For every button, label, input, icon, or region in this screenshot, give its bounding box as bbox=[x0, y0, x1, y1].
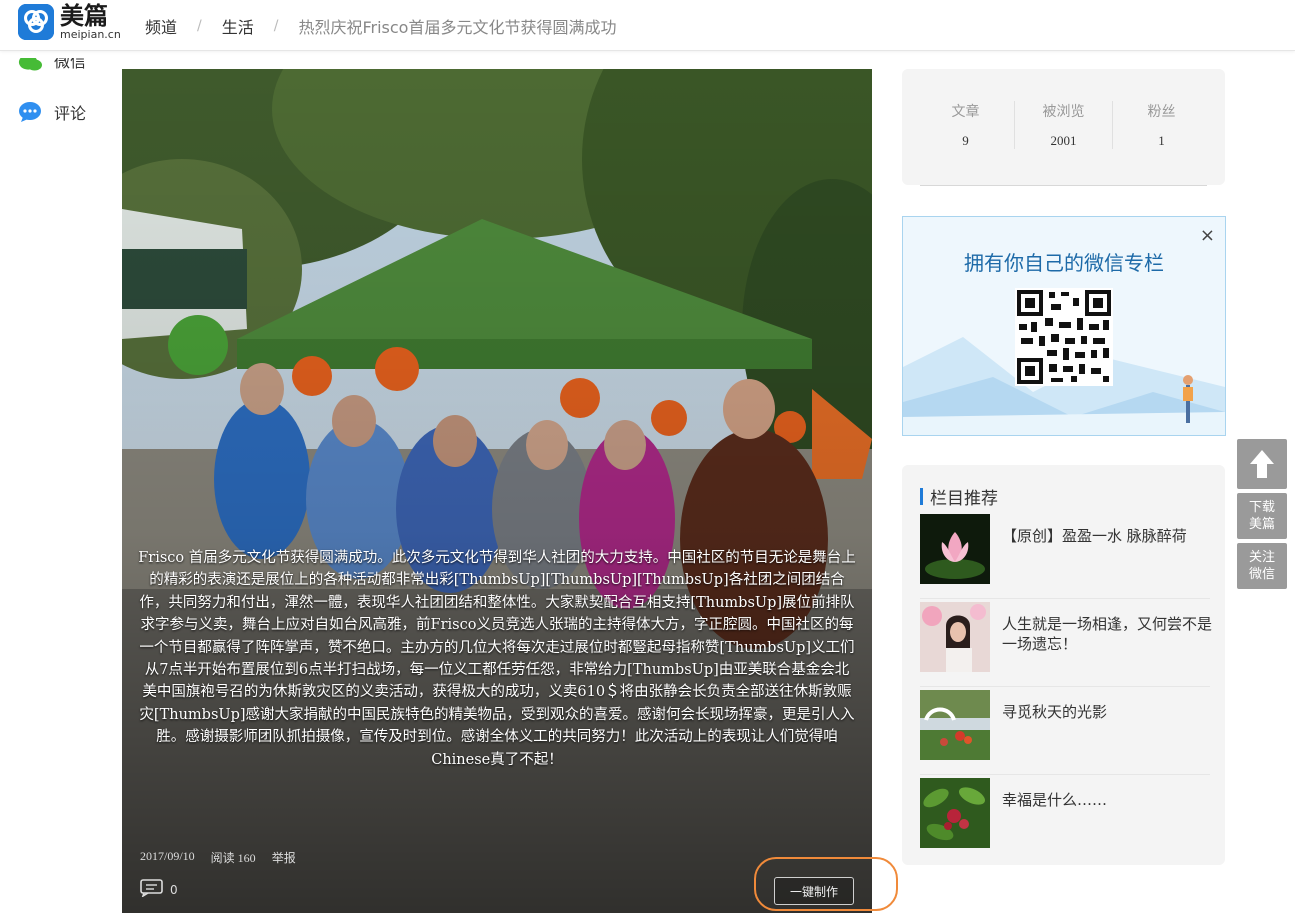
stat-label: 被浏览 bbox=[1042, 104, 1085, 120]
divider bbox=[920, 774, 1210, 775]
breadcrumb-channel[interactable]: 频道 bbox=[145, 14, 177, 38]
download-line2: 美篇 bbox=[1248, 517, 1275, 532]
follow-wechat-button[interactable]: 关注 微信 bbox=[1237, 543, 1287, 589]
article-meta: 2017/09/10 阅读 160 举报 bbox=[140, 849, 296, 866]
heading-accent bbox=[920, 488, 923, 505]
breadcrumb-life[interactable]: 生活 bbox=[222, 14, 254, 38]
recommend-item-title: 【原创】盈盈一水 脉脉醉荷 bbox=[1002, 527, 1187, 545]
follow-line2: 微信 bbox=[1248, 567, 1275, 582]
qr-code bbox=[1015, 288, 1113, 386]
meipian-logo-icon bbox=[18, 4, 54, 40]
recommend-item-title: 寻觅秋天的光影 bbox=[1002, 703, 1108, 721]
back-to-top-button[interactable] bbox=[1237, 439, 1287, 489]
recommend-item[interactable]: 人生就是一场相逢，又何尝不是一场遗忘！ bbox=[920, 602, 1213, 672]
breadcrumb-separator: / bbox=[273, 18, 279, 34]
comment-count[interactable]: 0 bbox=[140, 879, 178, 900]
close-icon[interactable]: × bbox=[1200, 225, 1215, 246]
recommend-item[interactable]: 幸福是什么…… bbox=[920, 778, 1210, 848]
report-link[interactable]: 举报 bbox=[272, 849, 296, 866]
recommend-heading: 栏目推荐 bbox=[920, 484, 998, 509]
article-reads: 阅读 160 bbox=[210, 851, 256, 865]
breadcrumb-separator: / bbox=[197, 18, 202, 34]
top-header: 美篇 meipian.cn 频道 / 生活 / 热烈庆祝Frisco首届多元文化… bbox=[0, 0, 1295, 51]
breadcrumb: 频道 / 生活 / 热烈庆祝Frisco首届多元文化节获得圆满成功 bbox=[145, 14, 616, 38]
share-comment-label: 评论 bbox=[54, 104, 87, 123]
stat-fans[interactable]: 粉丝 1 bbox=[1113, 101, 1210, 149]
stat-value: 9 bbox=[962, 133, 969, 148]
recommend-item-title: 人生就是一场相逢，又何尝不是一场遗忘！ bbox=[1002, 615, 1213, 653]
comment-icon bbox=[18, 101, 42, 123]
comment-count-value: 0 bbox=[170, 882, 178, 897]
annotation-circle bbox=[754, 857, 898, 911]
floating-buttons: 下载 美篇 关注 微信 bbox=[1237, 439, 1287, 593]
recommend-item[interactable]: 【原创】盈盈一水 脉脉醉荷 bbox=[920, 514, 1210, 584]
column-recommend: 栏目推荐 【原创】盈盈一水 脉脉醉荷 人生就是一场相逢，又何尝不是一场遗忘！ 寻… bbox=[902, 465, 1225, 865]
comment-icon bbox=[140, 879, 164, 900]
stat-value: 2001 bbox=[1050, 133, 1077, 148]
share-panel: 微信 评论 bbox=[18, 58, 86, 152]
divider bbox=[920, 185, 1207, 186]
download-app-button[interactable]: 下载 美篇 bbox=[1237, 493, 1287, 539]
wechat-column-ad[interactable]: 拥有你自己的微信专栏 × bbox=[902, 216, 1226, 436]
share-wechat-label: 微信 bbox=[54, 58, 87, 71]
recommend-title: 栏目推荐 bbox=[930, 489, 998, 509]
recommend-item[interactable]: 寻觅秋天的光影 bbox=[920, 690, 1210, 760]
divider bbox=[920, 598, 1210, 599]
divider bbox=[920, 686, 1210, 687]
logo-domain: meipian.cn bbox=[60, 28, 121, 41]
autumn-thumbnail bbox=[920, 690, 990, 760]
breadcrumb-current-title: 热烈庆祝Frisco首届多元文化节获得圆满成功 bbox=[298, 18, 617, 37]
stat-label: 粉丝 bbox=[1147, 104, 1176, 120]
ad-title: 拥有你自己的微信专栏 bbox=[964, 251, 1164, 275]
share-wechat[interactable]: 微信 bbox=[18, 58, 86, 72]
article-card: Frisco 首届多元文化节获得圆满成功。此次多元文化节得到华人社团的大力支持。… bbox=[122, 69, 872, 913]
stat-value: 1 bbox=[1158, 133, 1165, 148]
article-date: 2017/09/10 bbox=[140, 849, 195, 863]
lotus-thumbnail bbox=[920, 514, 990, 584]
portrait-thumbnail bbox=[920, 602, 990, 672]
download-line1: 下载 bbox=[1248, 500, 1275, 515]
article-caption: Frisco 首届多元文化节获得圆满成功。此次多元文化节得到华人社团的大力支持。… bbox=[138, 550, 856, 768]
stat-label: 文章 bbox=[951, 104, 980, 120]
stat-views: 被浏览 2001 bbox=[1015, 101, 1113, 149]
berries-thumbnail bbox=[920, 778, 990, 848]
recommend-item-title: 幸福是什么…… bbox=[1002, 791, 1108, 809]
arrow-up-icon bbox=[1250, 450, 1274, 478]
logo-text: 美篇 bbox=[60, 2, 108, 30]
follow-line1: 关注 bbox=[1248, 550, 1275, 565]
article-photo bbox=[122, 69, 872, 913]
stat-articles[interactable]: 文章 9 bbox=[917, 101, 1015, 149]
meipian-logo[interactable]: 美篇 meipian.cn bbox=[18, 4, 121, 40]
author-stats: 文章 9 被浏览 2001 粉丝 1 bbox=[902, 69, 1225, 186]
share-comment[interactable]: 评论 bbox=[18, 99, 86, 125]
wechat-icon bbox=[18, 58, 42, 72]
